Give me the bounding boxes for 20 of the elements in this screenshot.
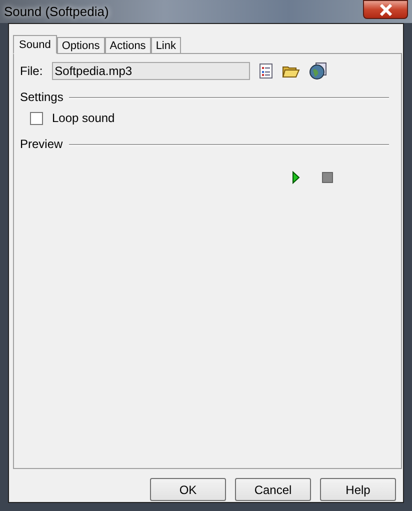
tab[interactable]: Actions <box>104 37 151 53</box>
checkbox[interactable] <box>30 112 43 124</box>
list-icon[interactable] <box>258 63 273 79</box>
folder-icon[interactable] <box>282 64 300 78</box>
play-icon[interactable] <box>292 171 300 184</box>
tab[interactable]: Options <box>56 37 105 53</box>
globe-icon[interactable] <box>308 62 327 80</box>
window-title: Sound (Softpedia) <box>4 4 109 19</box>
tab[interactable]: Link <box>150 37 181 53</box>
dialog-button[interactable]: Cancel <box>235 478 311 501</box>
checkbox-label: Loop sound <box>52 111 115 125</box>
file-label: File: <box>20 64 43 78</box>
close-icon <box>378 4 392 16</box>
section-title: Settings <box>20 90 64 104</box>
dialog-button[interactable]: OK <box>150 478 226 501</box>
file-field[interactable]: Softpedia.mp3 <box>52 62 250 80</box>
dialog-button[interactable]: Help <box>320 478 396 501</box>
close-button[interactable] <box>363 0 408 19</box>
tab[interactable]: Sound <box>13 35 57 54</box>
section-title: Preview <box>20 137 63 151</box>
